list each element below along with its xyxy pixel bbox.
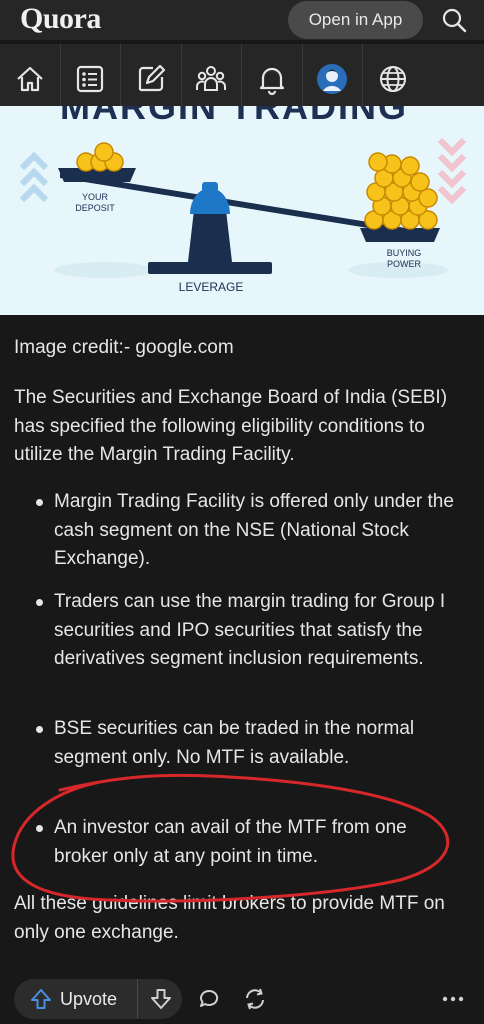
nav-bar: [0, 44, 484, 114]
languages-icon[interactable]: [363, 44, 424, 114]
open-in-app-button[interactable]: Open in App: [288, 1, 423, 39]
upvote-arrow-icon: [31, 989, 51, 1009]
more-options-icon[interactable]: [436, 982, 470, 1016]
downvote-arrow-icon: [151, 989, 171, 1009]
bullet-dot: [36, 499, 43, 506]
notifications-icon[interactable]: [242, 44, 303, 114]
share-icon[interactable]: [238, 982, 272, 1016]
upvote-button[interactable]: Upvote: [14, 979, 138, 1019]
buying-power-label: BUYING POWER: [386, 248, 422, 269]
conclusion-paragraph: All these guidelines limit brokers to pr…: [14, 893, 445, 943]
search-icon[interactable]: [438, 4, 470, 36]
bullet-dot: [36, 599, 43, 606]
list-item: Margin Trading Facility is offered only …: [54, 491, 454, 569]
bullet-dot: [36, 825, 43, 832]
spaces-icon[interactable]: [182, 44, 242, 114]
profile-icon[interactable]: [303, 44, 363, 114]
home-icon[interactable]: [0, 44, 61, 114]
bullet-dot: [36, 726, 43, 733]
intro-paragraph: The Securities and Exchange Board of Ind…: [14, 387, 448, 465]
top-bar: Quora Open in App: [0, 0, 484, 40]
list-item: Traders can use the margin trading for G…: [54, 591, 446, 669]
margin-trading-illustration: MARGIN TRADING YOUR DEPOSIT BUYING POWER…: [0, 106, 484, 315]
deposit-label: YOUR DEPOSIT: [75, 192, 115, 213]
leverage-label: LEVERAGE: [178, 280, 244, 294]
image-credit: Image credit:- google.com: [14, 337, 234, 358]
upvote-label: Upvote: [60, 988, 118, 1009]
comment-icon[interactable]: [192, 982, 226, 1016]
list-item: BSE securities can be traded in the norm…: [54, 718, 415, 768]
action-bar: Upvote: [0, 968, 484, 1024]
downvote-button[interactable]: [140, 979, 182, 1019]
quora-logo[interactable]: Quora: [20, 2, 101, 36]
illustration-title: MARGIN TRADING: [60, 106, 408, 127]
vote-group: Upvote: [14, 979, 182, 1019]
list-item: An investor can avail of the MTF from on…: [54, 817, 407, 867]
answer-icon[interactable]: [121, 44, 182, 114]
following-icon[interactable]: [61, 44, 121, 114]
